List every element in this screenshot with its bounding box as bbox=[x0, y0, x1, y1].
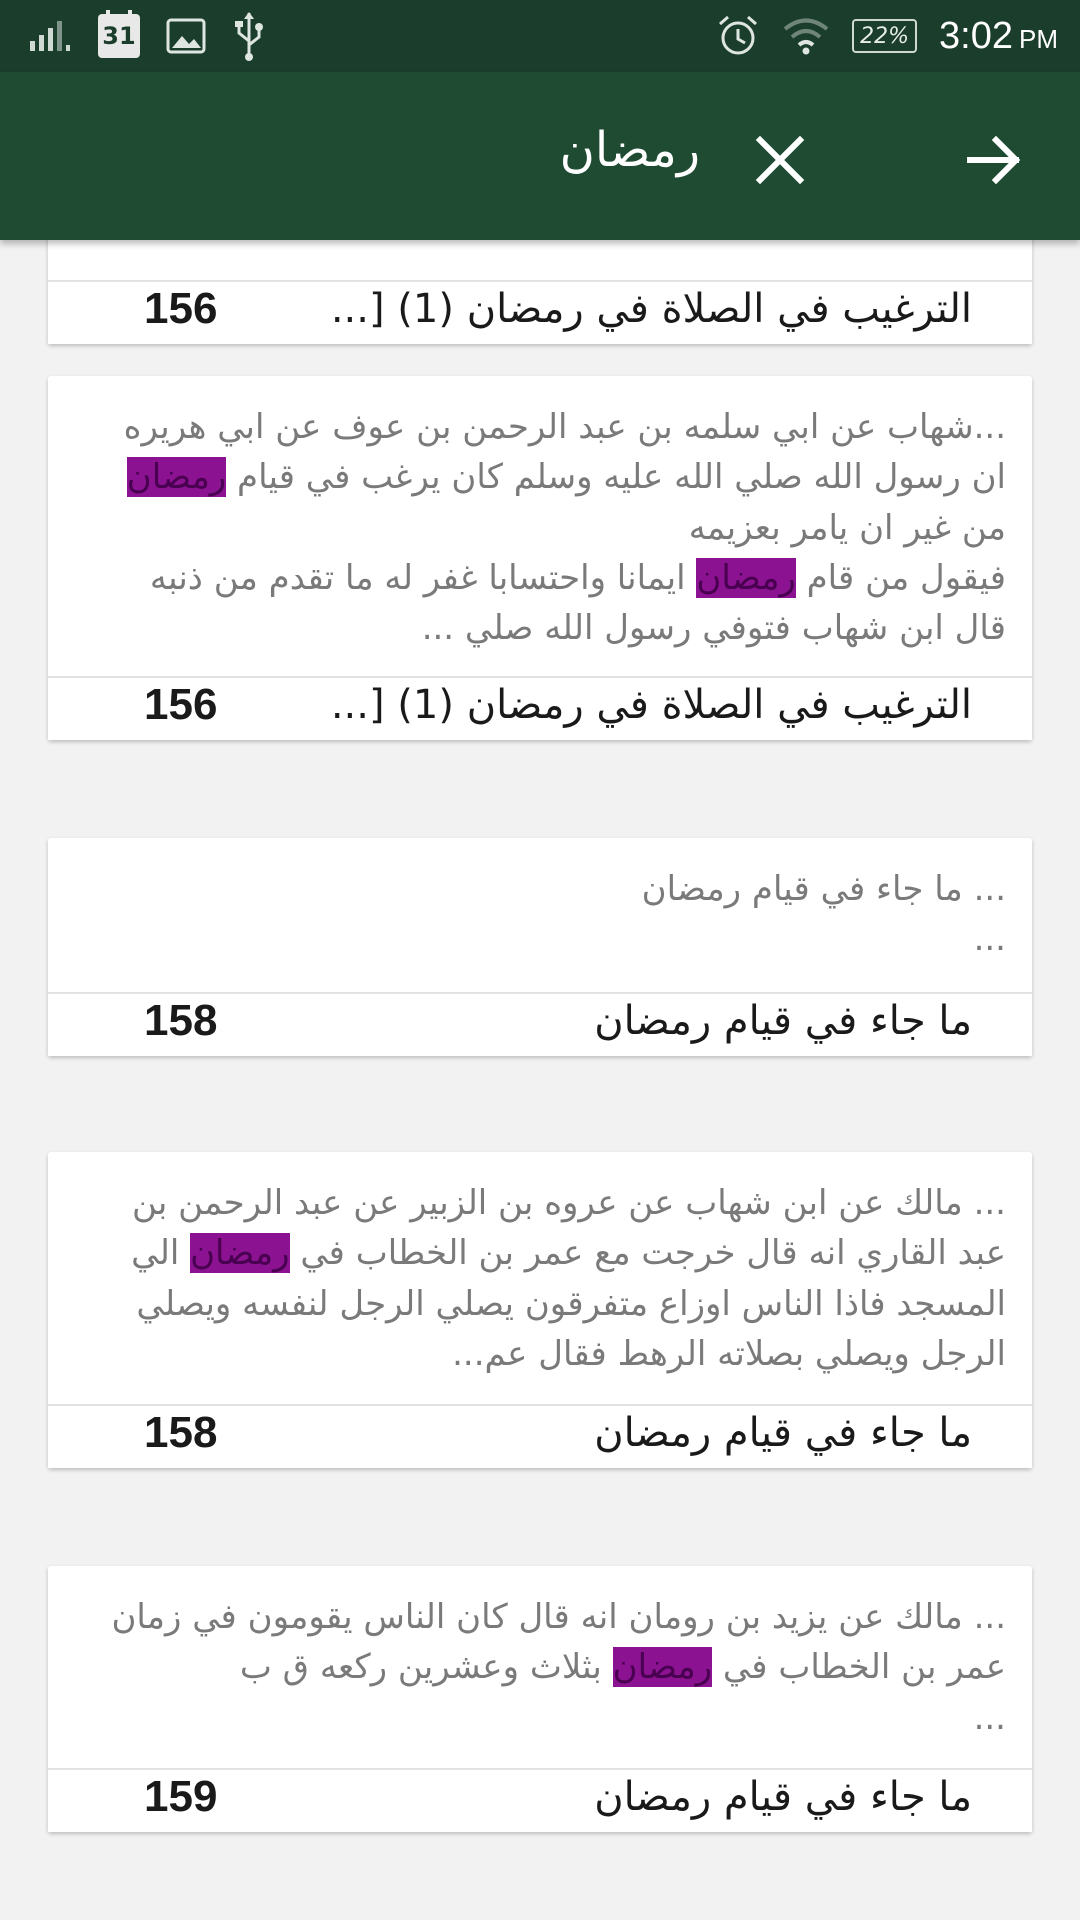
snippet-text: من غير ان يامر بعزيمه bbox=[688, 507, 1006, 548]
snippet-text: ان رسول الله صلي الله عليه وسلم كان يرغب… bbox=[226, 457, 1006, 498]
snippet-line: ...شهاب عن ابي سلمه بن عبد الرحمن بن عوف… bbox=[74, 402, 1006, 452]
snippet-text: ... bbox=[973, 919, 1006, 960]
snippet-text: ... ما جاء في قيام رمضان bbox=[641, 869, 1006, 909]
result-footer: ما جاء في قيام رمضان 158 bbox=[48, 992, 1032, 1056]
status-bar: 31 22% 3:02 PM bbox=[0, 0, 1080, 72]
snippet-text: ... bbox=[973, 1697, 1006, 1738]
usb-icon bbox=[232, 11, 266, 61]
calendar-icon: 31 bbox=[98, 10, 140, 58]
snippet-line: من غير ان يامر بعزيمه bbox=[74, 503, 1006, 553]
page-number: 158 bbox=[144, 1408, 218, 1457]
snippet-text: الي bbox=[131, 1233, 191, 1274]
alarm-icon bbox=[716, 14, 760, 58]
result-footer: ما جاء في قيام رمضان 159 bbox=[48, 1768, 1032, 1832]
clock: 3:02 PM bbox=[939, 15, 1058, 58]
signal-icon bbox=[28, 19, 72, 53]
battery-icon: 22% bbox=[852, 19, 918, 53]
chapter-title: ما جاء في قيام رمضان bbox=[594, 998, 972, 1044]
snippet-text: ... مالك عن يزيد بن رومان انه قال كان ال… bbox=[111, 1597, 1006, 1637]
result-card[interactable]: ...شهاب عن ابي سلمه بن عبد الرحمن بن عوف… bbox=[48, 376, 1032, 740]
snippet-line: قال ابن شهاب فتوفي رسول الله صلي ... bbox=[74, 603, 1006, 653]
snippet-line: ... مالك عن يزيد بن رومان انه قال كان ال… bbox=[74, 1592, 1006, 1642]
snippet-text: ... مالك عن ابن شهاب عن عروه بن الزبير ع… bbox=[131, 1183, 1006, 1223]
snippet-text: عمر بن الخطاب في bbox=[712, 1647, 1006, 1688]
arrow-forward-icon[interactable] bbox=[962, 128, 1026, 192]
chapter-title: ما جاء في قيام رمضان bbox=[594, 1410, 972, 1456]
wifi-icon bbox=[782, 16, 830, 56]
snippet-text: عبد القاري انه قال خرجت مع عمر بن الخطاب… bbox=[289, 1233, 1006, 1274]
search-query[interactable]: رمضان bbox=[560, 122, 700, 178]
search-highlight: رمضان bbox=[190, 1233, 290, 1274]
page-number: 158 bbox=[144, 996, 218, 1045]
snippet-line: ... bbox=[74, 1693, 1006, 1743]
result-card[interactable]: ... ما جاء في قيام رمضان... ما جاء في قيا… bbox=[48, 838, 1032, 1056]
result-card[interactable]: ... مالك عن ابن شهاب عن عروه بن الزبير ع… bbox=[48, 1152, 1032, 1468]
page-number: 156 bbox=[144, 284, 218, 333]
snippet-line: فيقول من قام رمضان ايمانا واحتسابا غفر ل… bbox=[74, 553, 1006, 603]
search-highlight: رمضان bbox=[612, 1647, 713, 1688]
snippet-line: ... bbox=[74, 914, 1006, 964]
snippet-line: عبد القاري انه قال خرجت مع عمر بن الخطاب… bbox=[74, 1228, 1006, 1278]
page-number: 159 bbox=[144, 1772, 218, 1821]
snippet-text: ...شهاب عن ابي سلمه بن عبد الرحمن بن عوف… bbox=[123, 407, 1006, 447]
chapter-title: الترغيب في الصلاة في رمضان (1) [... bbox=[330, 682, 972, 728]
result-footer: ما جاء في قيام رمضان 158 bbox=[48, 1404, 1032, 1468]
chapter-title: ما جاء في قيام رمضان bbox=[594, 1774, 972, 1820]
page-number: 156 bbox=[144, 680, 218, 729]
snippet-text: قال ابن شهاب فتوفي رسول الله صلي ... bbox=[421, 608, 1006, 649]
snippet-text: الرجل ويصلي بصلاته الرهط فقال عم... bbox=[452, 1333, 1006, 1374]
result-snippet: ...شهاب عن ابي سلمه بن عبد الرحمن بن عوف… bbox=[48, 376, 1032, 676]
snippet-line: المسجد فاذا الناس اوزاع متفرقون يصلي الر… bbox=[74, 1279, 1006, 1329]
search-app-bar: رمضان bbox=[0, 72, 1080, 240]
snippet-line: ان رسول الله صلي الله عليه وسلم كان يرغب… bbox=[74, 452, 1006, 502]
snippet-line: الرجل ويصلي بصلاته الرهط فقال عم... bbox=[74, 1329, 1006, 1379]
result-snippet: ... مالك عن ابن شهاب عن عروه بن الزبير ع… bbox=[48, 1152, 1032, 1404]
result-footer: الترغيب في الصلاة في رمضان (1) [... 156 bbox=[48, 280, 1032, 344]
snippet-line: عمر بن الخطاب في رمضان بثلاث وعشرين ركعه… bbox=[74, 1642, 1006, 1692]
search-highlight: رمضان bbox=[696, 557, 796, 598]
close-icon[interactable] bbox=[748, 128, 812, 192]
clock-time: 3:02 bbox=[939, 14, 1013, 57]
result-snippet: ... مالك عن يزيد بن رومان انه قال كان ال… bbox=[48, 1566, 1032, 1768]
chapter-title: الترغيب في الصلاة في رمضان (1) [... bbox=[330, 286, 972, 332]
snippet-text: المسجد فاذا الناس اوزاع متفرقون يصلي الر… bbox=[136, 1283, 1006, 1324]
snippet-text: فيقول من قام bbox=[795, 557, 1006, 598]
snippet-text: بثلاث وعشرين ركعه ق ب bbox=[239, 1647, 613, 1688]
snippet-line: ... ما جاء في قيام رمضان bbox=[74, 864, 1006, 914]
snippet-text: ايمانا واحتسابا غفر له ما تقدم من ذنبه bbox=[149, 557, 697, 598]
snippet-line: ... مالك عن ابن شهاب عن عروه بن الزبير ع… bbox=[74, 1178, 1006, 1228]
search-highlight: رمضان bbox=[126, 457, 227, 498]
result-card[interactable]: ... مالك عن يزيد بن رومان انه قال كان ال… bbox=[48, 1566, 1032, 1832]
result-footer: الترغيب في الصلاة في رمضان (1) [... 156 bbox=[48, 676, 1032, 740]
clock-ampm: PM bbox=[1019, 23, 1058, 54]
result-snippet: ... ما جاء في قيام رمضان... bbox=[48, 838, 1032, 992]
image-icon bbox=[166, 18, 206, 54]
